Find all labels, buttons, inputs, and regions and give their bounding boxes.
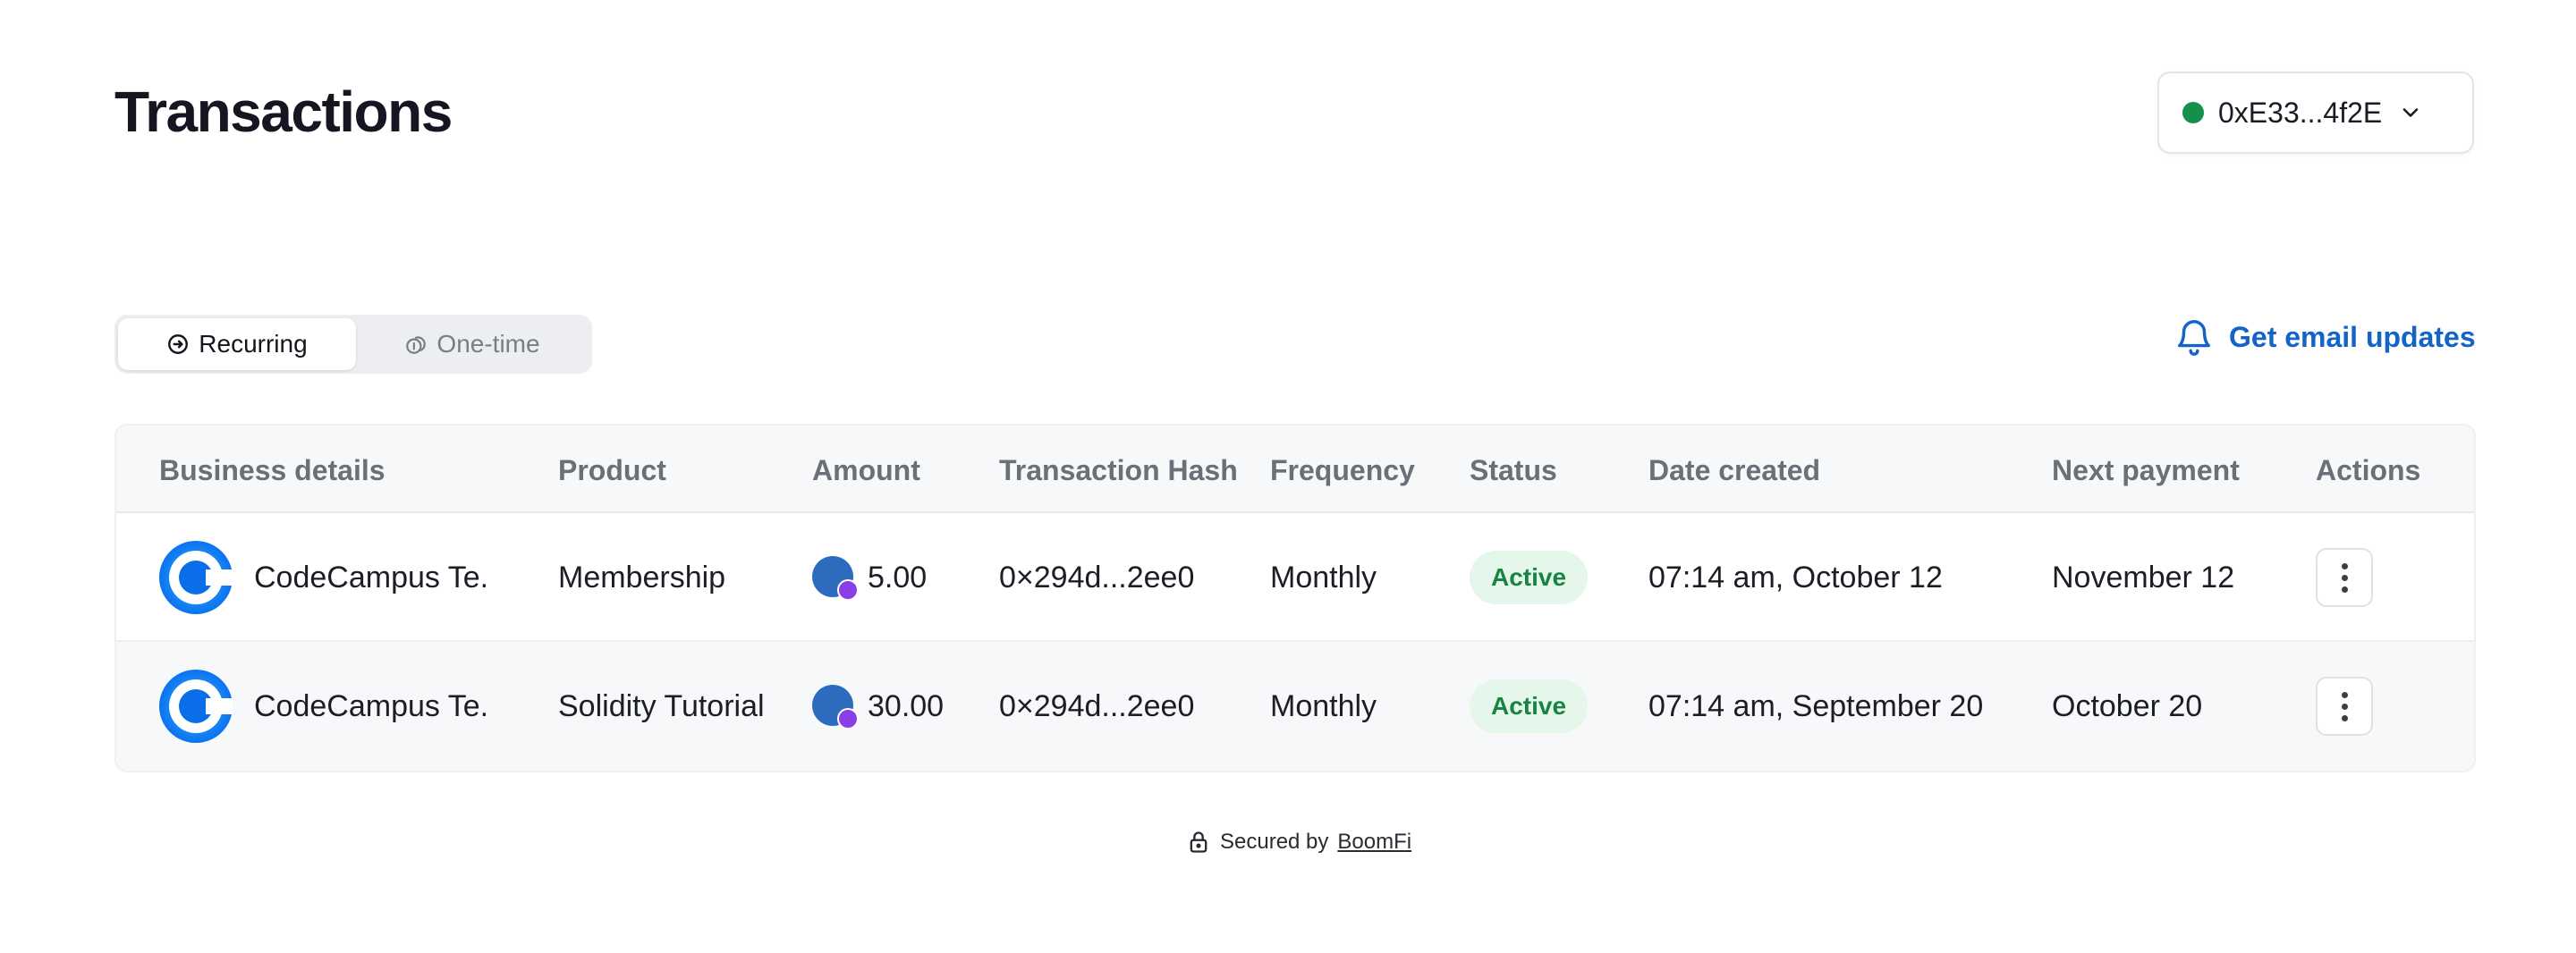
table-row[interactable]: CodeCampus Te. Membership 5.00 0×294d...… bbox=[116, 513, 2474, 642]
business-logo bbox=[159, 541, 233, 614]
token-icon bbox=[812, 556, 859, 601]
wallet-status-dot bbox=[2182, 102, 2204, 123]
next-payment-cell: November 12 bbox=[2052, 560, 2235, 595]
column-header-next-payment: Next payment bbox=[2052, 454, 2240, 486]
table-header: Business details Product Amount Transact… bbox=[116, 426, 2474, 513]
frequency-cell: Monthly bbox=[1270, 560, 1377, 595]
amount-cell: 30.00 bbox=[812, 642, 944, 771]
amount-cell: 5.00 bbox=[812, 513, 927, 642]
business-name: CodeCampus Te. bbox=[254, 688, 489, 723]
get-email-updates-button[interactable]: Get email updates bbox=[2174, 316, 2476, 358]
amount-value: 5.00 bbox=[868, 560, 928, 595]
transaction-type-toggle: Recurring One-time bbox=[114, 315, 592, 374]
actions-cell bbox=[2316, 642, 2373, 771]
business-name: CodeCampus Te. bbox=[254, 560, 489, 595]
product-cell: Membership bbox=[558, 560, 726, 595]
column-header-product: Product bbox=[558, 454, 666, 486]
wallet-selector[interactable]: 0xE33...4f2E bbox=[2157, 72, 2474, 154]
footer-prefix: Secured by bbox=[1220, 830, 1329, 854]
date-created-cell: 07:14 am, September 20 bbox=[1648, 688, 1984, 723]
tab-recurring-label: Recurring bbox=[199, 330, 308, 358]
page-title: Transactions bbox=[114, 80, 453, 144]
chevron-down-icon bbox=[2402, 108, 2419, 117]
hash-cell[interactable]: 0×294d...2ee0 bbox=[999, 513, 1194, 642]
transactions-table: Business details Product Amount Transact… bbox=[114, 424, 2476, 772]
column-header-amount: Amount bbox=[812, 454, 920, 486]
tab-recurring[interactable]: Recurring bbox=[118, 318, 356, 370]
business-logo bbox=[159, 670, 233, 743]
boomfi-link[interactable]: BoomFi bbox=[1337, 830, 1411, 855]
column-header-actions: Actions bbox=[2316, 454, 2421, 486]
more-actions-button[interactable] bbox=[2316, 677, 2373, 736]
footer: Secured by BoomFi bbox=[1186, 830, 1411, 855]
frequency-cell: Monthly bbox=[1270, 688, 1377, 723]
hash-cell[interactable]: 0×294d...2ee0 bbox=[999, 642, 1194, 771]
actions-cell bbox=[2316, 513, 2373, 642]
token-icon bbox=[812, 685, 859, 730]
product-cell: Solidity Tutorial bbox=[558, 688, 765, 723]
tab-one-time-label: One-time bbox=[436, 330, 540, 358]
status-badge: Active bbox=[1470, 679, 1589, 733]
status-badge: Active bbox=[1470, 551, 1589, 604]
column-header-frequency: Frequency bbox=[1270, 454, 1415, 486]
get-email-updates-label: Get email updates bbox=[2229, 320, 2476, 353]
tab-one-time[interactable]: One-time bbox=[356, 318, 589, 370]
recurring-icon bbox=[168, 334, 189, 354]
column-header-status: Status bbox=[1470, 454, 1557, 486]
business-cell: CodeCampus Te. bbox=[159, 642, 488, 771]
coins-icon bbox=[406, 336, 427, 354]
column-header-business: Business details bbox=[159, 454, 386, 486]
lock-icon bbox=[1190, 831, 1208, 853]
column-header-hash: Transaction Hash bbox=[999, 454, 1238, 486]
more-actions-button[interactable] bbox=[2316, 548, 2373, 607]
next-payment-cell: October 20 bbox=[2052, 688, 2203, 723]
business-cell: CodeCampus Te. bbox=[159, 513, 488, 642]
status-cell: Active bbox=[1470, 513, 1589, 642]
bell-icon bbox=[2177, 320, 2211, 356]
wallet-address: 0xE33...4f2E bbox=[2218, 96, 2383, 129]
table-row[interactable]: CodeCampus Te. Solidity Tutorial 30.00 0… bbox=[116, 642, 2474, 771]
column-header-date-created: Date created bbox=[1648, 454, 1821, 486]
date-created-cell: 07:14 am, October 12 bbox=[1648, 560, 1943, 595]
amount-value: 30.00 bbox=[868, 688, 945, 723]
status-cell: Active bbox=[1470, 642, 1589, 771]
